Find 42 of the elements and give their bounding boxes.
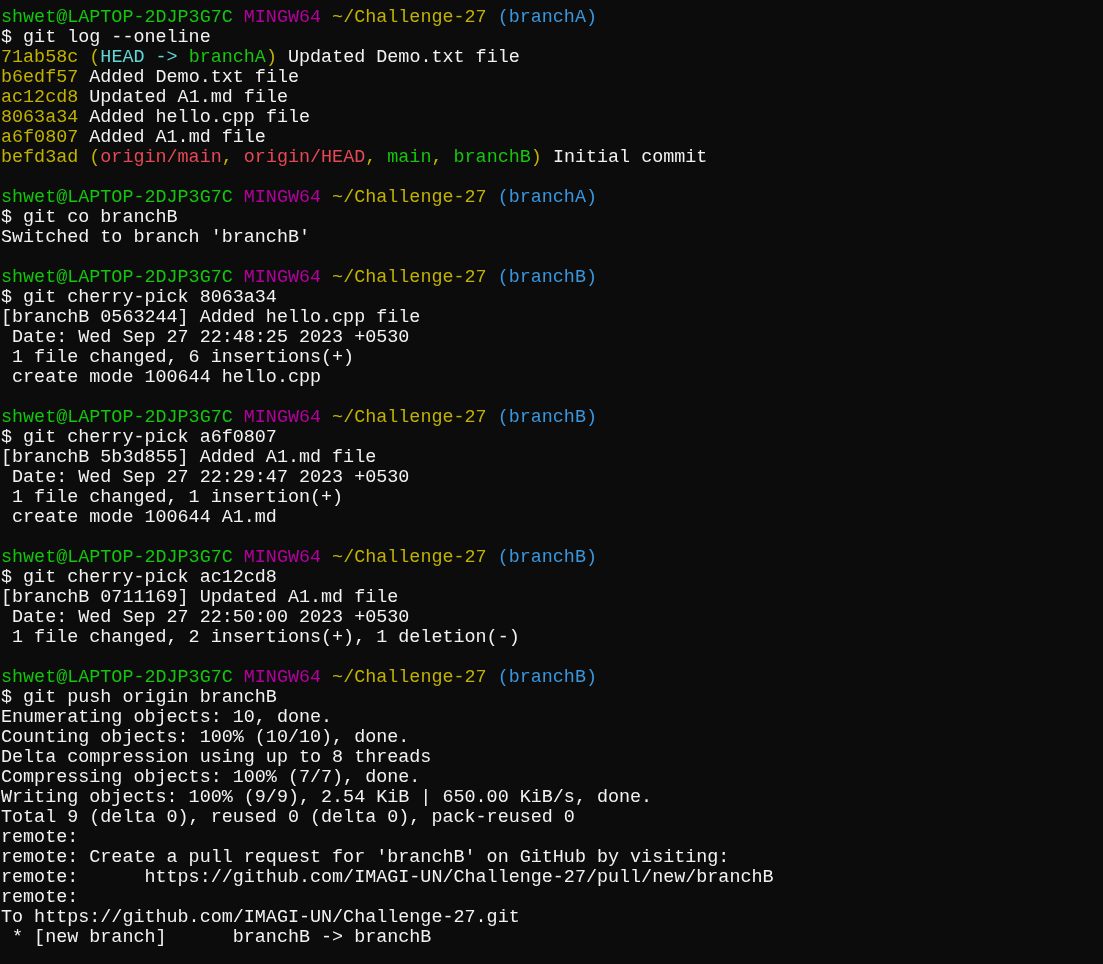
output-line: ac12cd8 Updated A1.md file — [1, 88, 288, 108]
output-line: b6edf57 Added Demo.txt file — [1, 68, 299, 88]
output-line: remote: — [1, 828, 79, 848]
output-line: $ git cherry-pick 8063a34 — [1, 288, 277, 308]
prompt-line: shwet@LAPTOP-2DJP3G7C MINGW64 ~/Challenge-27 (branchA) — [1, 188, 597, 208]
output-line: a6f0807 Added A1.md file — [1, 128, 266, 148]
output-line: $ git log --oneline — [1, 28, 211, 48]
output-line: 8063a34 Added hello.cpp file — [1, 108, 311, 128]
output-line: * [new branch] branchB -> branchB — [11, 928, 432, 948]
output-line: Counting objects: 100% (10/10), done. — [1, 728, 410, 748]
output-line: [branchB 0711169] Updated A1.md file — [1, 588, 399, 608]
output-line: Enumerating objects: 10, done. — [1, 708, 333, 728]
prompt-line: shwet@LAPTOP-2DJP3G7C MINGW64 ~/Challenge-27 (branchB) — [1, 668, 597, 688]
prompt-line: shwet@LAPTOP-2DJP3G7C MINGW64 ~/Challenge-27 (branchB) — [1, 548, 597, 568]
output-line: $ git cherry-pick ac12cd8 — [1, 568, 277, 588]
output-line: To https://github.com/IMAGI-UN/Challenge-27.git — [1, 908, 520, 928]
output-line: 71ab58c (HEAD -> branchA) Updated Demo.txt file — [1, 48, 520, 68]
output-line: $ git push origin branchB — [1, 688, 277, 708]
output-line: 1 file changed, 1 insertion(+) — [11, 488, 344, 508]
output-line: [branchB 5b3d855] Added A1.md file — [1, 448, 377, 468]
output-line: remote: Create a pull request for 'branchB' on GitHub by visiting: — [1, 848, 730, 868]
output-line: Delta compression using up to 8 threads — [1, 748, 432, 768]
output-line: Writing objects: 100% (9/9), 2.54 KiB | 650.00 KiB/s, done. — [1, 788, 653, 808]
prompt-line: shwet@LAPTOP-2DJP3G7C MINGW64 ~/Challenge-27 (branchA) — [1, 8, 597, 28]
output-line: Date: Wed Sep 27 22:50:00 2023 +0530 — [11, 608, 410, 628]
prompt-line: shwet@LAPTOP-2DJP3G7C MINGW64 ~/Challenge-27 (branchB) — [1, 268, 597, 288]
output-line: 1 file changed, 2 insertions(+), 1 deletion(-) — [11, 628, 520, 648]
output-line: [branchB 0563244] Added hello.cpp file — [1, 308, 421, 328]
output-line: 1 file changed, 6 insertions(+) — [11, 348, 355, 368]
output-line: Date: Wed Sep 27 22:48:25 2023 +0530 — [11, 328, 410, 348]
output-line: remote: — [1, 888, 79, 908]
output-line: Switched to branch 'branchB' — [1, 228, 310, 248]
output-line: Total 9 (delta 0), reused 0 (delta 0), pack-reused 0 — [1, 808, 575, 828]
output-line: create mode 100644 hello.cpp — [11, 368, 322, 388]
output-line: $ git co branchB — [1, 208, 178, 228]
output-line: create mode 100644 A1.md — [11, 508, 277, 528]
output-line: befd3ad (origin/main, origin/HEAD, main, branchB) Initial commit — [1, 148, 708, 168]
prompt-line: shwet@LAPTOP-2DJP3G7C MINGW64 ~/Challenge-27 (branchB) — [1, 408, 597, 428]
output-line: remote: https://github.com/IMAGI-UN/Challenge-27/pull/new/branchB — [1, 868, 774, 888]
output-line: Date: Wed Sep 27 22:29:47 2023 +0530 — [11, 468, 410, 488]
output-line: $ git cherry-pick a6f0807 — [1, 428, 277, 448]
output-line: Compressing objects: 100% (7/7), done. — [1, 768, 421, 788]
